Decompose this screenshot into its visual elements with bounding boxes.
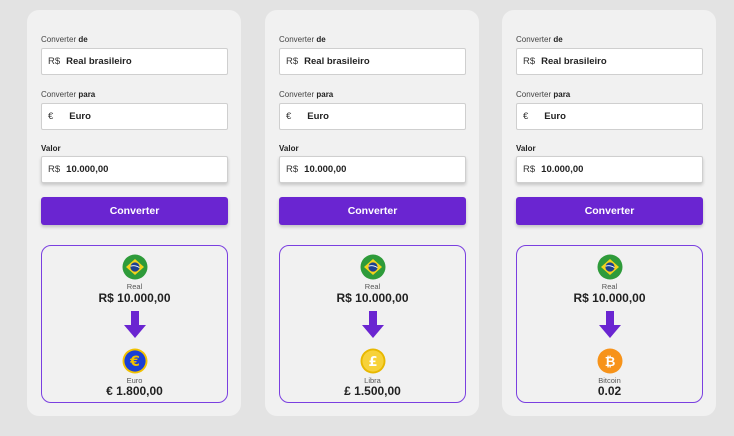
convert-button[interactable]: Converter: [516, 197, 703, 225]
source-currency-name: Real: [126, 282, 143, 291]
from-label: Converter de: [41, 35, 88, 44]
brazil-flag-icon: [122, 254, 148, 280]
arrow-down-icon: [599, 311, 621, 338]
from-currency-select[interactable]: R$ Real brasileiro: [41, 48, 228, 75]
brazil-flag-icon: [360, 254, 386, 280]
to-label-text: Converter: [41, 90, 79, 99]
to-currency-symbol: €: [48, 111, 54, 122]
from-currency-symbol: R$: [48, 56, 61, 67]
amount-label-text: Valor: [41, 144, 61, 153]
amount-input[interactable]: R$ 10.000,00: [41, 156, 228, 183]
svg-text:₿: ₿: [605, 355, 616, 370]
converter-card-3: Converter de R$ Real brasileiro Converte…: [502, 10, 716, 416]
source-currency-name: Real: [601, 282, 618, 291]
source-amount: R$ 10.000,00: [98, 291, 171, 305]
to-label-bold: para: [316, 90, 334, 99]
amount-label: Valor: [279, 144, 299, 153]
convert-button[interactable]: Converter: [279, 197, 466, 225]
pound-coin-icon: £: [360, 348, 386, 374]
svg-text:€: €: [129, 354, 140, 370]
to-label: Converter para: [41, 90, 95, 99]
to-label-text: Converter: [279, 90, 317, 99]
to-currency-value: Euro: [69, 111, 91, 122]
amount-input[interactable]: R$ 10.000,00: [279, 156, 466, 183]
from-label: Converter de: [516, 35, 563, 44]
amount-value: 10.000,00: [304, 164, 347, 175]
target-amount: 0.02: [597, 384, 622, 398]
from-label-text: Converter: [41, 35, 79, 44]
amount-label: Valor: [41, 144, 61, 153]
to-label-text: Converter: [516, 90, 554, 99]
amount-currency-symbol: R$: [48, 164, 61, 175]
amount-currency-symbol: R$: [286, 164, 299, 175]
from-label-text: Converter: [279, 35, 317, 44]
amount-label-text: Valor: [279, 144, 299, 153]
arrow-down-icon: [362, 311, 384, 338]
to-label: Converter para: [516, 90, 570, 99]
svg-text:£: £: [368, 355, 377, 370]
arrow-down-icon: [124, 311, 146, 338]
from-label: Converter de: [279, 35, 326, 44]
to-currency-value: Euro: [544, 111, 566, 122]
to-label-bold: para: [553, 90, 571, 99]
to-currency-symbol: €: [286, 111, 292, 122]
source-currency-name: Real: [364, 282, 381, 291]
euro-coin-icon: €: [122, 348, 148, 374]
to-currency-symbol: €: [523, 111, 529, 122]
amount-currency-symbol: R$: [523, 164, 536, 175]
source-amount: R$ 10.000,00: [336, 291, 409, 305]
from-currency-value: Real brasileiro: [304, 56, 370, 67]
from-currency-value: Real brasileiro: [66, 56, 132, 67]
amount-value: 10.000,00: [66, 164, 109, 175]
target-amount: £ 1.500,00: [344, 384, 401, 398]
from-currency-symbol: R$: [523, 56, 536, 67]
result-box: Real R$ 10.000,00 £ Libra £ 1.500,00: [279, 245, 466, 403]
to-currency-select[interactable]: € Euro: [516, 103, 703, 130]
from-currency-select[interactable]: R$ Real brasileiro: [279, 48, 466, 75]
amount-label: Valor: [516, 144, 536, 153]
from-label-bold: de: [553, 35, 563, 44]
to-currency-select[interactable]: € Euro: [279, 103, 466, 130]
amount-value: 10.000,00: [541, 164, 584, 175]
result-box: Real R$ 10.000,00 ₿ Bitcoin 0.02: [516, 245, 703, 403]
source-amount: R$ 10.000,00: [573, 291, 646, 305]
result-box: Real R$ 10.000,00 € Euro € 1.800,00: [41, 245, 228, 403]
from-currency-value: Real brasileiro: [541, 56, 607, 67]
converter-card-2: Converter de R$ Real brasileiro Converte…: [265, 10, 479, 416]
from-currency-symbol: R$: [286, 56, 299, 67]
target-amount: € 1.800,00: [106, 384, 163, 398]
amount-input[interactable]: R$ 10.000,00: [516, 156, 703, 183]
to-currency-select[interactable]: € Euro: [41, 103, 228, 130]
from-label-bold: de: [316, 35, 326, 44]
to-label: Converter para: [279, 90, 333, 99]
from-label-text: Converter: [516, 35, 554, 44]
from-label-bold: de: [78, 35, 88, 44]
convert-button[interactable]: Converter: [41, 197, 228, 225]
to-label-bold: para: [78, 90, 96, 99]
brazil-flag-icon: [597, 254, 623, 280]
to-currency-value: Euro: [307, 111, 329, 122]
converter-card-1: Converter de R$ Real brasileiro Converte…: [27, 10, 241, 416]
from-currency-select[interactable]: R$ Real brasileiro: [516, 48, 703, 75]
bitcoin-coin-icon: ₿: [597, 348, 623, 374]
amount-label-text: Valor: [516, 144, 536, 153]
